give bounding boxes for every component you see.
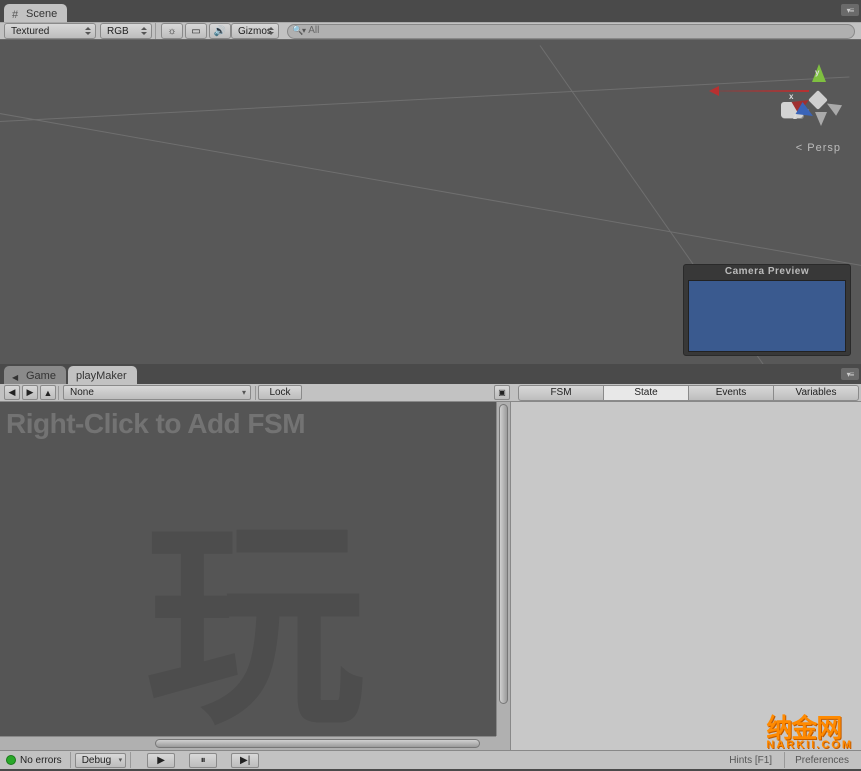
scrollbar-corner xyxy=(496,736,510,750)
scene-viewport[interactable]: y x z Persp Camera Preview xyxy=(0,40,861,364)
horizontal-scrollbar[interactable] xyxy=(0,736,496,750)
nav-back-button[interactable]: ◀ xyxy=(4,385,20,400)
search-placeholder: All xyxy=(308,25,319,36)
step-icon: ▶| xyxy=(240,755,250,766)
minimap-toggle[interactable]: ▣ xyxy=(494,385,510,400)
render-mode-dropdown[interactable]: Textured xyxy=(4,23,96,39)
status-dot-icon xyxy=(6,755,16,765)
orientation-gizmo[interactable]: y x z xyxy=(789,70,849,130)
hints-button[interactable]: Hints [F1] xyxy=(719,755,782,766)
tab-game[interactable]: Game xyxy=(4,366,66,384)
camera-preview-viewport xyxy=(688,280,846,352)
inspector-tab-events-label: Events xyxy=(716,387,747,398)
perspective-label[interactable]: Persp xyxy=(796,142,841,154)
inspector-tab-state-label: State xyxy=(634,387,657,398)
preferences-label: Preferences xyxy=(795,755,849,766)
step-button[interactable]: ▶| xyxy=(231,753,259,768)
separator xyxy=(130,752,131,768)
speaker-icon: 🔊 xyxy=(214,26,226,37)
triangle-right-icon: ▶ xyxy=(27,387,34,398)
pause-button[interactable]: ⏸ xyxy=(189,753,217,768)
playmaker-toolbar: ◀ ▶ ▲ None Lock ▣ FSM State Events Varia… xyxy=(0,384,861,402)
separator xyxy=(784,752,785,768)
tab-playmaker[interactable]: playMaker xyxy=(68,366,137,384)
x-axis-label: x xyxy=(789,92,793,101)
playmaker-body: 玩 Right-Click to Add FSM xyxy=(0,402,861,750)
lock-toggle[interactable]: Lock xyxy=(258,385,302,400)
debug-dropdown[interactable]: Debug xyxy=(75,753,126,768)
sun-icon: ☼ xyxy=(167,26,176,37)
fsm-hint-text: Right-Click to Add FSM xyxy=(6,408,305,440)
inspector-tab-variables-label: Variables xyxy=(796,387,837,398)
triangle-left-icon: ◀ xyxy=(9,387,16,398)
nav-forward-button[interactable]: ▶ xyxy=(22,385,38,400)
inspector-tab-state[interactable]: State xyxy=(603,385,689,401)
grid-icon xyxy=(12,9,22,19)
tab-scene-label: Scene xyxy=(26,8,57,20)
separator xyxy=(255,386,256,400)
playmaker-status-bar: No errors Debug ▶ ⏸ ▶| Hints [F1] Prefer… xyxy=(0,750,861,769)
inspector-tab-fsm[interactable]: FSM xyxy=(518,385,604,401)
fsm-inspector-panel xyxy=(510,402,861,750)
scene-toolbar: Textured RGB ☼ ▭ 🔊 Gizmos All xyxy=(0,22,861,40)
preferences-button[interactable]: Preferences xyxy=(787,755,857,766)
hints-label: Hints [F1] xyxy=(729,755,772,766)
inspector-tab-group: FSM State Events Variables xyxy=(518,385,859,401)
fsm-graph-area[interactable]: 玩 Right-Click to Add FSM xyxy=(0,402,510,750)
gizmos-label: Gizmos xyxy=(238,26,272,37)
separator xyxy=(70,752,71,768)
axis-cone-icon[interactable] xyxy=(815,112,827,126)
inspector-tab-events[interactable]: Events xyxy=(688,385,774,401)
play-icon: ▶ xyxy=(157,755,165,766)
color-mode-label: RGB xyxy=(107,26,129,37)
status-text: No errors xyxy=(20,755,62,766)
game-icon xyxy=(12,371,22,381)
color-mode-dropdown[interactable]: RGB xyxy=(100,23,152,39)
play-button[interactable]: ▶ xyxy=(147,753,175,768)
debug-label: Debug xyxy=(82,755,111,766)
lock-label: Lock xyxy=(269,387,290,398)
gizmos-dropdown[interactable]: Gizmos xyxy=(231,23,279,39)
fsm-selector-dropdown[interactable]: None xyxy=(63,385,251,400)
window-options-button[interactable] xyxy=(841,368,859,380)
picture-icon: ▭ xyxy=(191,26,200,37)
vertical-scrollbar[interactable] xyxy=(496,402,510,736)
square-icon: ▣ xyxy=(498,388,506,397)
scene-image-toggle[interactable]: ▭ xyxy=(185,23,207,39)
watermark-glyph: 玩 xyxy=(145,449,365,750)
tab-playmaker-label: playMaker xyxy=(76,370,127,382)
window-options-button[interactable] xyxy=(841,4,859,16)
z-axis-label: z xyxy=(793,112,797,121)
scene-audio-toggle[interactable]: 🔊 xyxy=(209,23,231,39)
scene-search-wrap: All xyxy=(287,24,855,39)
triangle-up-icon: ▲ xyxy=(44,388,53,398)
inspector-tab-variables[interactable]: Variables xyxy=(773,385,859,401)
toolbar-separator xyxy=(155,23,156,39)
lower-tab-row: Game playMaker xyxy=(0,364,861,384)
fsm-selector-label: None xyxy=(70,387,94,398)
scene-search-input[interactable]: All xyxy=(287,24,855,39)
tab-scene[interactable]: Scene xyxy=(4,4,67,22)
grid-line xyxy=(0,106,861,272)
grid-line xyxy=(0,76,849,124)
scrollbar-thumb[interactable] xyxy=(155,739,480,748)
separator xyxy=(58,386,59,400)
camera-preview-panel: Camera Preview xyxy=(683,264,851,356)
nav-up-button[interactable]: ▲ xyxy=(40,385,56,400)
scene-light-toggle[interactable]: ☼ xyxy=(161,23,183,39)
tab-game-label: Game xyxy=(26,370,56,382)
scrollbar-thumb[interactable] xyxy=(499,404,508,704)
render-mode-label: Textured xyxy=(11,26,49,37)
x-axis-arrow-icon xyxy=(709,86,719,96)
y-axis-label: y xyxy=(815,68,819,77)
inspector-tab-fsm-label: FSM xyxy=(550,387,571,398)
scene-tab-row: Scene xyxy=(0,0,861,22)
camera-preview-title: Camera Preview xyxy=(684,265,850,278)
pause-icon: ⏸ xyxy=(201,755,206,766)
